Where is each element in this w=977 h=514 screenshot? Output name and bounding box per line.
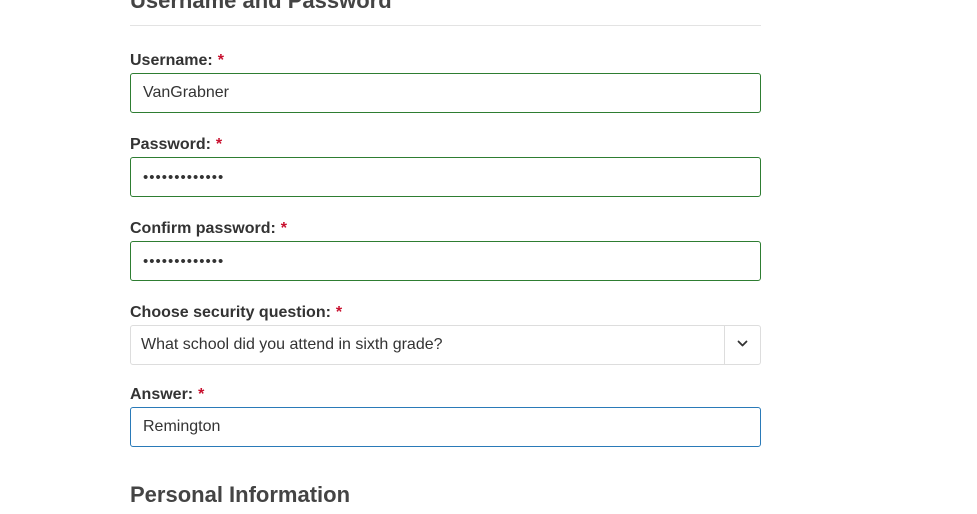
answer-label-text: Answer:	[130, 386, 194, 403]
username-label: Username: *	[130, 51, 224, 71]
required-marker: *	[280, 220, 288, 237]
confirm-password-label: Confirm password: *	[130, 219, 287, 239]
security-question-dropdown-toggle[interactable]	[725, 326, 760, 364]
required-marker: *	[217, 52, 224, 69]
security-question-label: Choose security question: *	[130, 303, 342, 323]
security-question-label-text: Choose security question:	[130, 304, 331, 321]
security-question-select[interactable]: What school did you attend in sixth grad…	[130, 325, 761, 365]
confirm-password-input[interactable]	[130, 241, 761, 281]
required-marker: *	[198, 386, 205, 403]
security-question-selected-value: What school did you attend in sixth grad…	[141, 336, 443, 353]
required-marker: *	[335, 304, 343, 321]
answer-label: Answer: *	[130, 385, 204, 405]
password-input[interactable]	[130, 157, 761, 197]
password-label-text: Password:	[130, 136, 211, 153]
password-label: Password: *	[130, 135, 222, 155]
section-divider	[130, 25, 761, 26]
username-label-text: Username:	[130, 52, 213, 69]
confirm-password-label-text: Confirm password:	[130, 220, 276, 237]
chevron-down-icon	[737, 340, 748, 347]
section-heading-username-password: Username and Password	[130, 0, 392, 13]
section-heading-personal-information: Personal Information	[130, 482, 351, 507]
registration-form: Username and Password Username:* Passwor…	[0, 0, 977, 514]
answer-input[interactable]	[130, 407, 761, 447]
username-input[interactable]	[130, 73, 761, 113]
required-marker: *	[215, 136, 223, 153]
